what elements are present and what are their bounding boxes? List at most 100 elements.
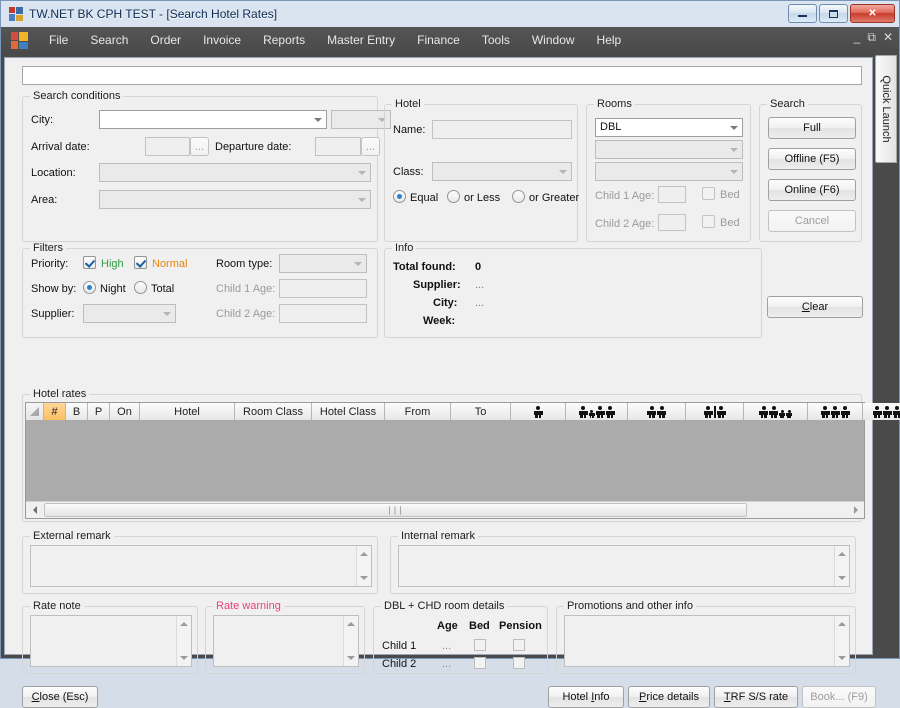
show-by-total-label: Total <box>151 283 174 295</box>
menu-item-invoice[interactable]: Invoice <box>192 29 252 51</box>
room-type-combobox[interactable] <box>279 254 367 273</box>
grid-col-occupancy-2-adults-separate[interactable] <box>686 403 744 420</box>
external-remark-scrollbar[interactable] <box>356 546 371 586</box>
top-search-input[interactable] <box>22 66 862 85</box>
scroll-up-arrow-icon[interactable] <box>835 547 849 561</box>
grid-col-number[interactable]: # <box>44 403 66 420</box>
hotel-class-combobox[interactable] <box>432 162 572 181</box>
rooms-child1-age-input[interactable] <box>658 186 686 203</box>
scrollbar-thumb[interactable]: ∣∣∣ <box>44 503 747 517</box>
grid-col-hotel[interactable]: Hotel <box>140 403 235 420</box>
grid-col-room-class[interactable]: Room Class <box>235 403 312 420</box>
clear-button[interactable]: Clear <box>767 296 863 318</box>
cancel-search-button[interactable]: Cancel <box>768 210 856 232</box>
grid-select-all-corner[interactable] <box>26 403 44 420</box>
hotel-name-input[interactable] <box>432 120 572 139</box>
grid-col-occupancy-adult-child-2adults[interactable] <box>566 403 628 420</box>
trf-ss-rate-button[interactable]: TRF S/S rate <box>714 686 798 708</box>
scroll-up-arrow-icon[interactable] <box>357 547 371 561</box>
scroll-up-arrow-icon[interactable] <box>344 617 358 631</box>
city-secondary-combobox[interactable] <box>331 110 391 129</box>
close-button[interactable]: ✕ <box>850 4 895 23</box>
grid-col-from[interactable]: From <box>385 403 451 420</box>
external-remark-textarea[interactable] <box>30 545 372 587</box>
rate-warning-textarea[interactable] <box>213 615 359 667</box>
city-combobox[interactable] <box>99 110 327 129</box>
menu-item-window[interactable]: Window <box>521 29 586 51</box>
scroll-left-arrow-icon[interactable] <box>27 503 42 517</box>
minimize-button[interactable] <box>788 4 817 23</box>
scroll-up-arrow-icon[interactable] <box>177 617 191 631</box>
rate-note-textarea[interactable] <box>30 615 192 667</box>
grid-col-b[interactable]: B <box>66 403 88 420</box>
filters-child1-age-input[interactable] <box>279 279 367 298</box>
internal-remark-textarea[interactable] <box>398 545 850 587</box>
grid-col-occupancy-2-adults-2-children[interactable] <box>744 403 808 420</box>
internal-remark-scrollbar[interactable] <box>834 546 849 586</box>
rooms-child2-age-input[interactable] <box>658 214 686 231</box>
room-details-child1-bed-checkbox[interactable] <box>474 639 486 651</box>
departure-date-picker-button[interactable]: ... <box>361 137 380 156</box>
grid-col-occupancy-4-adults[interactable] <box>863 403 900 420</box>
rooms-child2-bed-checkbox[interactable] <box>702 215 715 228</box>
filters-child2-age-input[interactable] <box>279 304 367 323</box>
departure-date-input[interactable] <box>315 137 361 156</box>
scroll-down-arrow-icon[interactable] <box>344 651 358 665</box>
rooms-child1-bed-checkbox[interactable] <box>702 187 715 200</box>
room-details-child1-pension-checkbox[interactable] <box>513 639 525 651</box>
mdi-restore-button[interactable]: ⧉ <box>867 31 876 43</box>
full-search-button[interactable]: Full <box>768 117 856 139</box>
grid-col-hotel-class[interactable]: Hotel Class <box>312 403 385 420</box>
book-button[interactable]: Book... (F9) <box>802 686 876 708</box>
grid-col-to[interactable]: To <box>451 403 511 420</box>
room-3-combobox[interactable] <box>595 162 743 181</box>
room-1-combobox[interactable]: DBL <box>595 118 743 137</box>
scroll-down-arrow-icon[interactable] <box>357 571 371 585</box>
hotel-info-button[interactable]: Hotel Info <box>548 686 624 708</box>
menu-item-search[interactable]: Search <box>79 29 139 51</box>
scroll-right-arrow-icon[interactable] <box>848 503 863 517</box>
quick-launch-label: Quick Launch <box>880 75 892 142</box>
close-button-footer[interactable]: Close (Esc) <box>22 686 98 708</box>
arrival-date-input[interactable] <box>145 137 190 156</box>
grid-col-on[interactable]: On <box>110 403 140 420</box>
location-combobox[interactable] <box>99 163 371 182</box>
price-details-button[interactable]: Price details <box>628 686 710 708</box>
menu-item-order[interactable]: Order <box>139 29 192 51</box>
priority-high-checkbox[interactable] <box>83 256 96 269</box>
hotel-class-or-less-radio[interactable] <box>447 190 460 203</box>
mdi-minimize-button[interactable]: _ <box>854 31 861 43</box>
grid-col-p[interactable]: P <box>88 403 110 420</box>
arrival-date-picker-button[interactable]: ... <box>190 137 209 156</box>
mdi-close-button[interactable]: ✕ <box>883 31 893 43</box>
grid-col-occupancy-3-adults[interactable] <box>808 403 863 420</box>
menu-item-reports[interactable]: Reports <box>252 29 316 51</box>
supplier-filter-combobox[interactable] <box>83 304 176 323</box>
grid-col-occupancy-1-adult[interactable] <box>511 403 566 420</box>
menu-item-master-entry[interactable]: Master Entry <box>316 29 406 51</box>
grid-col-occupancy-2-adults[interactable] <box>628 403 686 420</box>
priority-normal-checkbox[interactable] <box>134 256 147 269</box>
area-combobox[interactable] <box>99 190 371 209</box>
menu-item-tools[interactable]: Tools <box>471 29 521 51</box>
offline-search-button[interactable]: Offline (F5) <box>768 148 856 170</box>
promotions-textarea[interactable] <box>564 615 850 667</box>
scroll-down-arrow-icon[interactable] <box>835 571 849 585</box>
scroll-down-arrow-icon[interactable] <box>177 651 191 665</box>
hotel-class-or-greater-radio[interactable] <box>512 190 525 203</box>
show-by-total-radio[interactable] <box>134 281 147 294</box>
hotel-rates-grid[interactable]: # B P On Hotel Room Class Hotel Class Fr… <box>25 402 865 519</box>
maximize-button[interactable] <box>819 4 848 23</box>
scroll-up-arrow-icon[interactable] <box>835 617 849 631</box>
room-2-combobox[interactable] <box>595 140 743 159</box>
hotel-rates-horizontal-scrollbar[interactable]: ∣∣∣ <box>26 501 864 518</box>
hotel-rates-grid-body[interactable] <box>26 420 864 501</box>
menu-item-file[interactable]: File <box>38 29 79 51</box>
online-search-button[interactable]: Online (F6) <box>768 179 856 201</box>
quick-launch-tab[interactable]: Quick Launch <box>875 55 897 163</box>
menu-item-finance[interactable]: Finance <box>406 29 471 51</box>
scroll-down-arrow-icon[interactable] <box>835 651 849 665</box>
menu-item-help[interactable]: Help <box>586 29 633 51</box>
show-by-night-radio[interactable] <box>83 281 96 294</box>
hotel-class-equal-radio[interactable] <box>393 190 406 203</box>
